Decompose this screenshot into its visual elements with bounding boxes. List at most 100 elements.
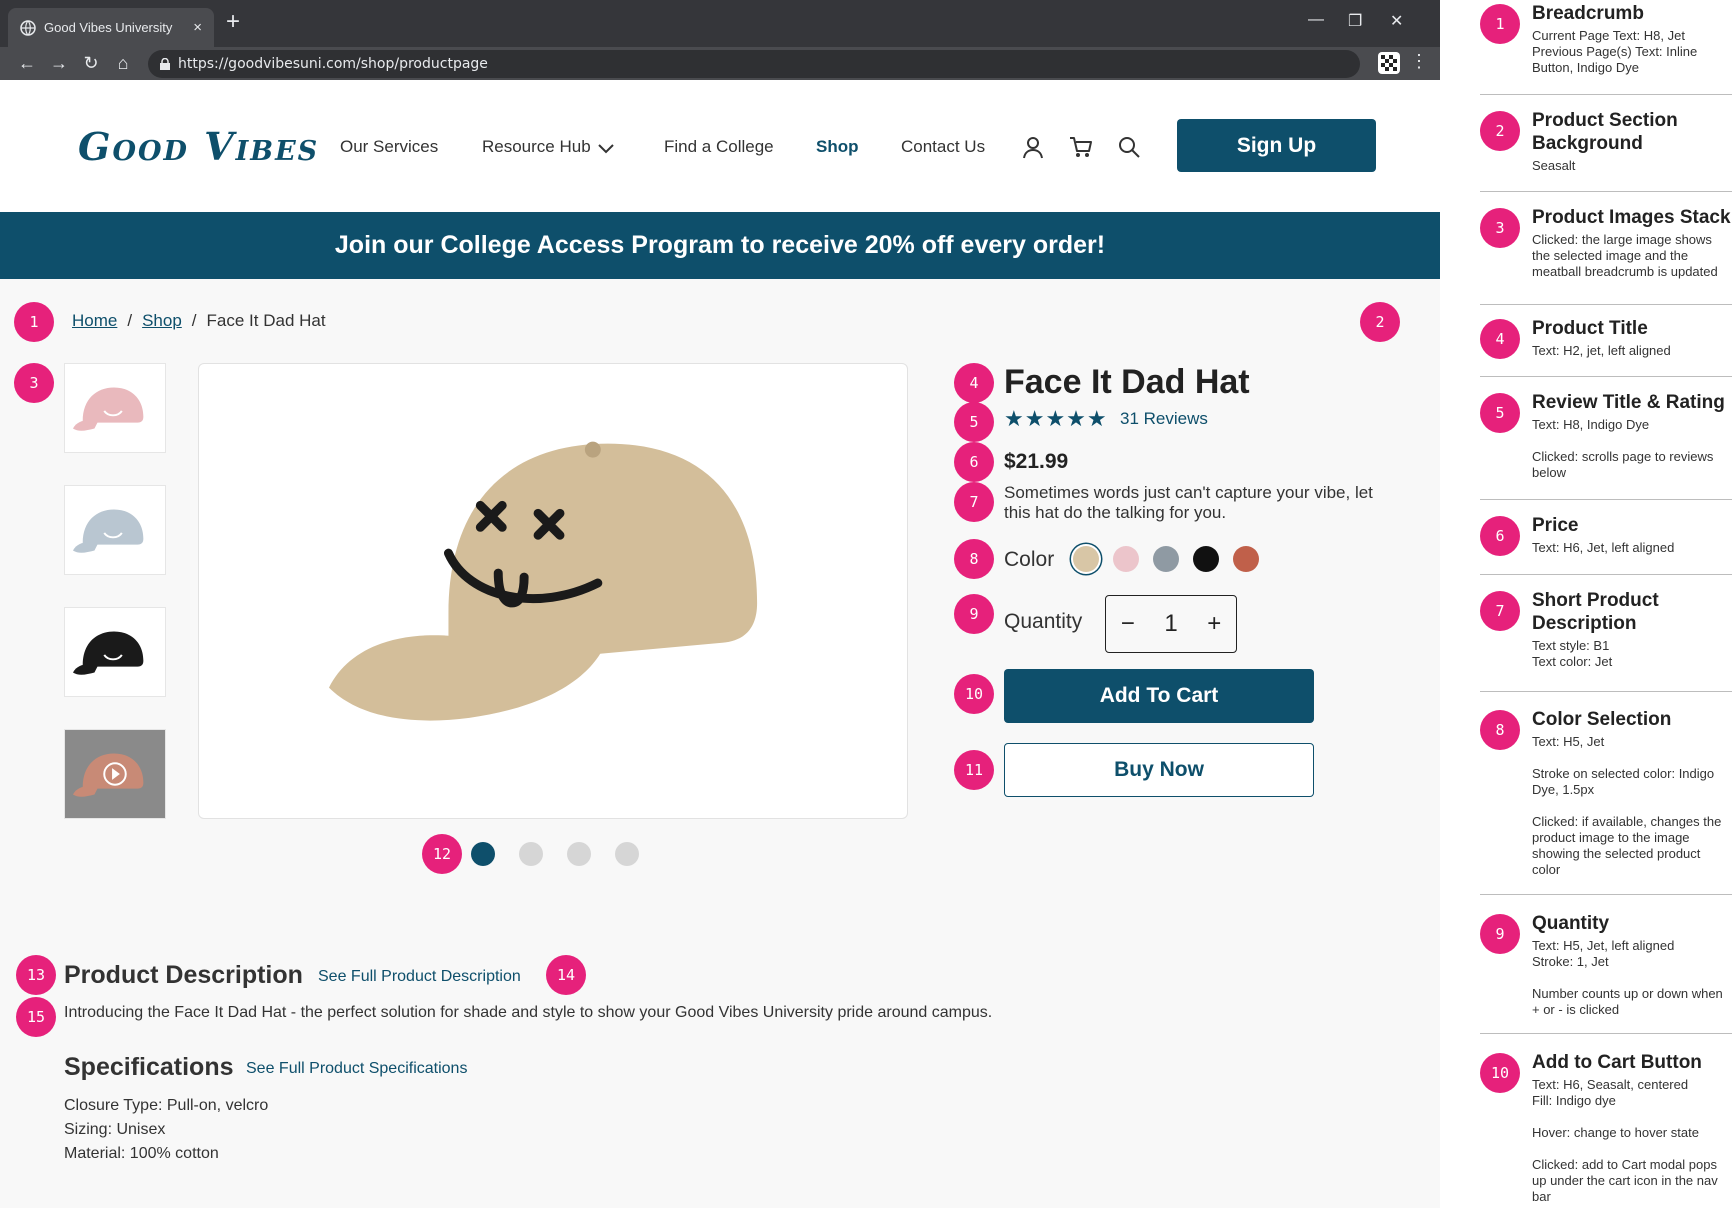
color-swatch-black[interactable] — [1193, 546, 1219, 572]
note-title: Review Title & Rating — [1532, 392, 1725, 413]
reviews-link[interactable]: 31 Reviews — [1120, 409, 1208, 429]
user-icon[interactable] — [1020, 134, 1046, 160]
site-logo[interactable]: Good Vibes — [78, 124, 319, 169]
hat-image — [72, 753, 144, 797]
window-close-icon[interactable]: ✕ — [1390, 11, 1403, 31]
search-icon[interactable] — [1116, 134, 1142, 160]
forward-icon[interactable]: → — [48, 52, 70, 74]
tab-close-icon[interactable]: × — [193, 19, 202, 36]
see-full-description-link[interactable]: See Full Product Description — [318, 968, 521, 986]
product-description-heading: Product Description — [64, 961, 303, 989]
carousel-dot[interactable] — [519, 842, 543, 866]
globe-icon — [20, 19, 36, 36]
note-title: Breadcrumb — [1532, 3, 1644, 24]
short-description: Sometimes words just can't capture your … — [1004, 483, 1373, 522]
color-swatch-gray[interactable] — [1153, 546, 1179, 572]
nav-our-services[interactable]: Our Services — [340, 137, 438, 157]
note-divider — [1480, 376, 1732, 377]
color-swatch-pink[interactable] — [1113, 546, 1139, 572]
buy-now-button[interactable]: Buy Now — [1004, 743, 1314, 797]
browser-menu-icon[interactable]: ⋮ — [1410, 51, 1428, 72]
hat-image — [72, 387, 144, 431]
product-video-thumbnail[interactable] — [64, 729, 166, 819]
note-description: Text: H8, Indigo Dye Clicked: scrolls pa… — [1532, 417, 1714, 480]
note-description: Text: H5, Jet, left aligned Stroke: 1, J… — [1532, 938, 1723, 1017]
promo-banner[interactable]: Join our College Access Program to recei… — [0, 212, 1440, 279]
annotation-marker: 8 — [1480, 710, 1520, 750]
note-description: Text: H5, Jet Stroke on selected color: … — [1532, 734, 1722, 877]
reload-icon[interactable]: ↻ — [80, 52, 102, 74]
breadcrumb-current: Face It Dad Hat — [206, 311, 326, 330]
annotation-note: 3 Product Images Stack Clicked: the larg… — [1480, 206, 1732, 280]
hat-image — [72, 631, 144, 675]
product-thumbnail[interactable] — [64, 607, 166, 697]
rating-stars[interactable]: ★★★★★ — [1004, 406, 1108, 432]
breadcrumb-home-link[interactable]: Home — [72, 311, 117, 330]
note-divider — [1480, 499, 1732, 500]
breadcrumb-separator: / — [127, 311, 133, 330]
see-full-specifications-link[interactable]: See Full Product Specifications — [246, 1060, 467, 1078]
annotation-marker: 10 — [954, 674, 994, 714]
nav-contact-us[interactable]: Contact Us — [901, 137, 985, 157]
carousel-dot[interactable] — [615, 842, 639, 866]
note-description: Clicked: the large image shows the selec… — [1532, 232, 1718, 279]
lock-icon — [160, 58, 170, 70]
annotation-marker: 5 — [1480, 393, 1520, 433]
annotation-note: 10 Add to Cart Button Text: H6, Seasalt,… — [1480, 1051, 1732, 1205]
color-swatch-tan[interactable] — [1073, 546, 1099, 572]
nav-shop[interactable]: Shop — [816, 137, 859, 157]
browser-tab[interactable]: Good Vibes University × — [8, 8, 214, 47]
minimize-icon[interactable]: — — [1308, 11, 1324, 29]
product-title: Face It Dad Hat — [1004, 363, 1250, 401]
annotation-marker: 8 — [954, 539, 994, 579]
address-bar-row: ← → ↻ ⌂ https://goodvibesuni.com/shop/pr… — [0, 47, 1440, 80]
annotation-note: 9 Quantity Text: H5, Jet, left aligned S… — [1480, 912, 1732, 1018]
color-swatch-rust[interactable] — [1233, 546, 1259, 572]
annotation-marker: 7 — [954, 482, 994, 522]
note-description: Text: H6, Seasalt, centered Fill: Indigo… — [1532, 1077, 1718, 1204]
carousel-dot[interactable] — [567, 842, 591, 866]
quantity-stepper: − 1 + — [1105, 595, 1237, 653]
home-icon[interactable]: ⌂ — [112, 52, 134, 74]
quantity-increase-button[interactable]: + — [1207, 610, 1221, 638]
note-description: Text style: B1 Text color: Jet — [1532, 638, 1613, 669]
product-thumbnail[interactable] — [64, 363, 166, 453]
annotation-marker: 3 — [1480, 208, 1520, 248]
tab-title: Good Vibes University — [44, 20, 173, 35]
annotation-marker: 15 — [16, 997, 56, 1037]
nav-find-a-college[interactable]: Find a College — [664, 137, 774, 157]
extension-icon[interactable] — [1378, 52, 1400, 74]
annotation-note: 1 Breadcrumb Current Page Text: H8, Jet … — [1480, 2, 1732, 76]
annotation-marker: 3 — [14, 363, 54, 403]
site-header: Good Vibes Our Services Resource Hub Fin… — [0, 80, 1440, 212]
product-thumbnail[interactable] — [64, 485, 166, 575]
annotation-marker: 12 — [422, 834, 462, 874]
add-to-cart-button[interactable]: Add To Cart — [1004, 669, 1314, 723]
new-tab-button[interactable]: + — [226, 10, 240, 34]
annotation-marker: 13 — [16, 955, 56, 995]
spec-item: Material: 100% cotton — [64, 1145, 219, 1162]
product-description-text: Introducing the Face It Dad Hat - the pe… — [64, 1004, 993, 1021]
annotation-marker: 1 — [1480, 4, 1520, 44]
back-icon[interactable]: ← — [16, 52, 38, 74]
note-title: Color Selection — [1532, 709, 1672, 730]
url-input[interactable]: https://goodvibesuni.com/shop/productpag… — [148, 50, 1360, 78]
restore-icon[interactable]: ❐ — [1348, 11, 1362, 31]
hat-image — [328, 441, 758, 721]
quantity-decrease-button[interactable]: − — [1121, 610, 1135, 638]
note-description: Current Page Text: H8, Jet Previous Page… — [1532, 28, 1698, 75]
annotation-note: 4 Product Title Text: H2, jet, left alig… — [1480, 317, 1732, 359]
annotation-marker: 11 — [954, 750, 994, 790]
note-description: Seasalt — [1532, 158, 1576, 173]
product-price: $21.99 — [1004, 450, 1069, 473]
breadcrumb-shop-link[interactable]: Shop — [142, 311, 182, 330]
note-divider — [1480, 574, 1732, 575]
cart-icon[interactable] — [1068, 134, 1094, 160]
annotation-note: 6 Price Text: H6, Jet, left aligned — [1480, 514, 1732, 556]
sign-up-button[interactable]: Sign Up — [1177, 119, 1376, 172]
product-main-image[interactable] — [198, 363, 908, 819]
chevron-down-icon[interactable] — [596, 138, 616, 158]
carousel-dot[interactable] — [471, 842, 495, 866]
nav-resource-hub[interactable]: Resource Hub — [482, 137, 591, 157]
quantity-value[interactable]: 1 — [1164, 610, 1177, 638]
